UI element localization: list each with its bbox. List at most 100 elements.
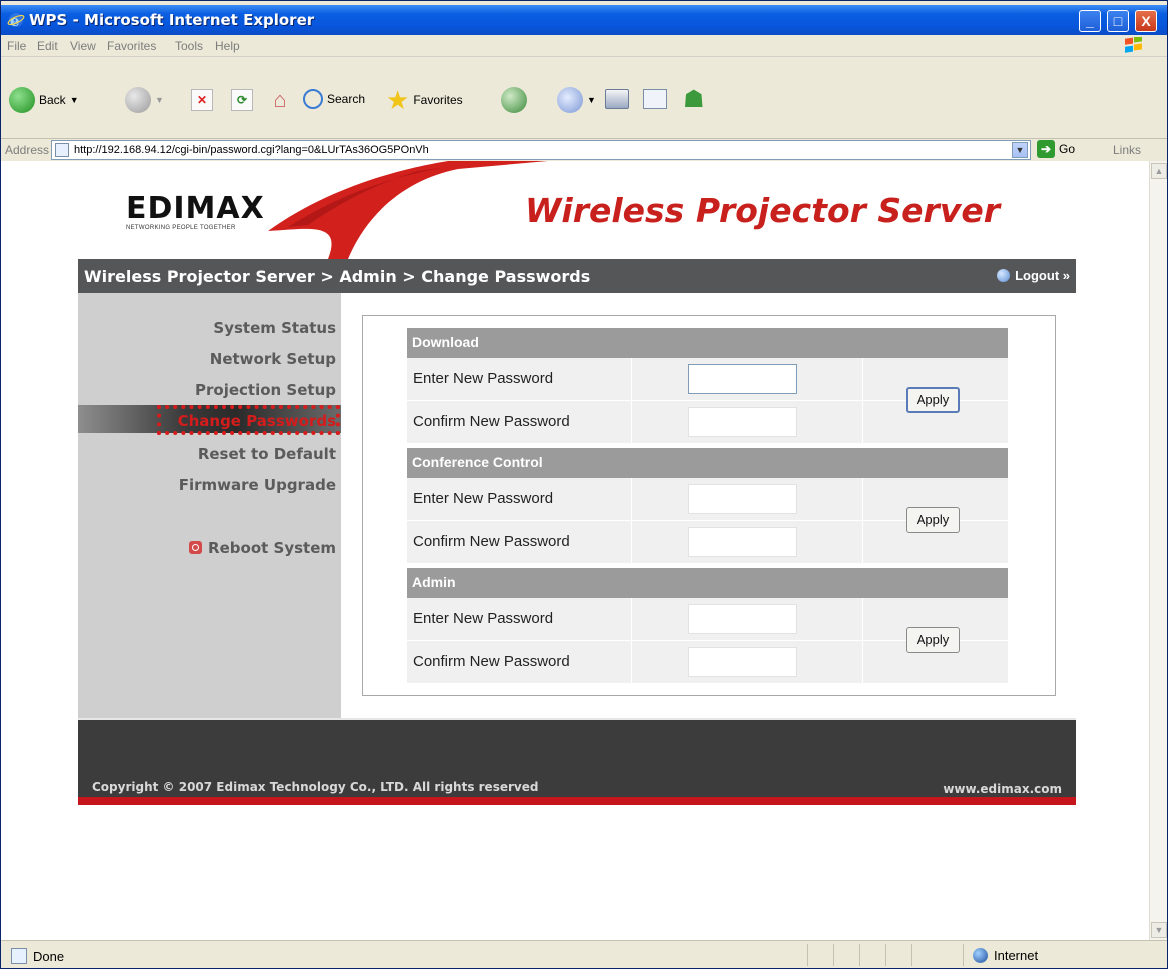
reboot-system-link[interactable]: Reboot System bbox=[189, 539, 336, 557]
status-text: Done bbox=[33, 948, 65, 964]
back-dropdown-icon[interactable]: ▼ bbox=[70, 95, 79, 105]
home-button[interactable]: ⌂ bbox=[267, 87, 293, 113]
status-divider bbox=[963, 944, 964, 966]
refresh-button[interactable]: ⟳ bbox=[231, 89, 253, 111]
menu-bar: File Edit View Favorites Tools Help bbox=[1, 35, 1167, 57]
print-icon bbox=[605, 89, 629, 109]
scroll-down-icon[interactable]: ▼ bbox=[1151, 922, 1167, 938]
ie-logo-icon: e bbox=[7, 12, 25, 29]
admin-confirm-password-input[interactable] bbox=[688, 647, 797, 677]
minimize-button[interactable]: _ bbox=[1079, 10, 1101, 32]
status-divider bbox=[885, 944, 886, 966]
address-label: Address bbox=[5, 143, 50, 157]
sidebar-item-projection-setup[interactable]: Projection Setup bbox=[195, 381, 336, 399]
nav-bar: Wireless Projector Server > Admin > Chan… bbox=[78, 259, 1076, 293]
logout-link[interactable]: Logout » bbox=[997, 268, 1070, 283]
search-button[interactable]: Search bbox=[303, 89, 365, 109]
red-swoosh-graphic bbox=[268, 161, 548, 259]
mail-button[interactable]: ▼ bbox=[557, 87, 596, 113]
favorites-star-icon: ★ bbox=[386, 85, 410, 115]
home-icon: ⌂ bbox=[273, 87, 287, 112]
confirm-password-label: Confirm New Password bbox=[413, 533, 570, 550]
section-header: Download bbox=[407, 328, 1008, 358]
stop-icon: ✕ bbox=[191, 89, 213, 111]
breadcrumb: Wireless Projector Server > Admin > Chan… bbox=[84, 267, 591, 286]
sidebar: System Status Network Setup Projection S… bbox=[78, 293, 341, 718]
links-button[interactable]: Links bbox=[1113, 143, 1141, 157]
menu-help[interactable]: Help bbox=[215, 39, 240, 53]
sidebar-item-reset-to-default[interactable]: Reset to Default bbox=[198, 445, 336, 463]
forward-dropdown-icon[interactable]: ▼ bbox=[155, 95, 164, 105]
favorites-button[interactable]: ★ Favorites bbox=[386, 87, 463, 113]
security-zone: Internet bbox=[973, 948, 1038, 963]
sidebar-item-system-status[interactable]: System Status bbox=[213, 319, 336, 337]
mail-dropdown-icon[interactable]: ▼ bbox=[587, 95, 596, 105]
status-divider bbox=[807, 944, 808, 966]
page-footer: Copyright © 2007 Edimax Technology Co., … bbox=[78, 718, 1076, 805]
browser-toolbar: Back ▼ ▼ ✕ ⟳ ⌂ Search ★ Favorites ▼ ☗ bbox=[1, 57, 1167, 139]
internet-globe-icon bbox=[973, 948, 988, 963]
history-button[interactable] bbox=[501, 87, 527, 113]
admin-apply-button[interactable]: Apply bbox=[906, 627, 960, 653]
page-icon bbox=[11, 948, 27, 964]
address-url: http://192.168.94.12/cgi-bin/password.cg… bbox=[74, 144, 429, 156]
messenger-icon: ☗ bbox=[683, 86, 705, 113]
col-divider bbox=[631, 358, 632, 443]
windows-flag-icon bbox=[1125, 37, 1142, 53]
website-link[interactable]: www.edimax.com bbox=[943, 782, 1062, 796]
vertical-scrollbar[interactable]: ▲ ▼ bbox=[1149, 161, 1167, 940]
menu-favorites[interactable]: Favorites bbox=[107, 39, 156, 53]
admin-new-password-input[interactable] bbox=[688, 604, 797, 634]
sidebar-item-network-setup[interactable]: Network Setup bbox=[210, 350, 336, 368]
menu-file[interactable]: File bbox=[7, 39, 26, 53]
download-apply-button[interactable]: Apply bbox=[906, 387, 960, 413]
forward-button[interactable]: ▼ bbox=[125, 87, 164, 113]
go-button[interactable]: ➔ Go bbox=[1037, 140, 1075, 158]
footer-red-stripe bbox=[78, 797, 1076, 805]
menu-tools[interactable]: Tools bbox=[175, 39, 203, 53]
back-button[interactable]: Back ▼ bbox=[9, 87, 79, 113]
highlight-annotation bbox=[157, 405, 340, 435]
col-divider bbox=[862, 598, 863, 683]
address-input[interactable]: http://192.168.94.12/cgi-bin/password.cg… bbox=[51, 140, 1031, 160]
menu-edit[interactable]: Edit bbox=[37, 39, 58, 53]
maximize-button[interactable]: □ bbox=[1107, 10, 1129, 32]
edit-icon bbox=[643, 89, 667, 109]
messenger-button[interactable]: ☗ bbox=[683, 87, 705, 113]
status-divider bbox=[911, 944, 912, 966]
logout-label: Logout » bbox=[1015, 268, 1070, 283]
print-button[interactable] bbox=[605, 89, 629, 109]
zone-label: Internet bbox=[994, 948, 1039, 963]
product-title: Wireless Projector Server bbox=[524, 191, 1000, 230]
power-icon bbox=[189, 541, 203, 554]
close-button[interactable]: X bbox=[1135, 10, 1157, 32]
conference-confirm-password-input[interactable] bbox=[688, 527, 797, 557]
history-icon bbox=[501, 87, 527, 113]
menu-view[interactable]: View bbox=[70, 39, 96, 53]
conference-apply-button[interactable]: Apply bbox=[906, 507, 960, 533]
stop-button[interactable]: ✕ bbox=[191, 89, 213, 111]
go-arrow-icon: ➔ bbox=[1037, 140, 1055, 158]
address-dropdown-icon[interactable]: ▼ bbox=[1012, 142, 1028, 158]
go-label: Go bbox=[1059, 142, 1076, 156]
globe-icon bbox=[997, 269, 1011, 282]
download-confirm-password-input[interactable] bbox=[688, 407, 797, 437]
col-divider bbox=[631, 598, 632, 683]
sidebar-item-firmware-upgrade[interactable]: Firmware Upgrade bbox=[179, 476, 336, 494]
section-header: Admin bbox=[407, 568, 1008, 598]
enter-password-label: Enter New Password bbox=[413, 370, 554, 387]
reboot-label: Reboot System bbox=[208, 539, 336, 557]
section-header: Conference Control bbox=[407, 448, 1008, 478]
title-bar: e WPS - Microsoft Internet Explorer _ □ … bbox=[1, 5, 1167, 35]
col-divider bbox=[631, 478, 632, 563]
favorites-label: Favorites bbox=[413, 93, 463, 107]
col-divider bbox=[862, 358, 863, 443]
conference-new-password-input[interactable] bbox=[688, 484, 797, 514]
search-icon bbox=[303, 89, 323, 109]
status-done: Done bbox=[11, 948, 64, 964]
scroll-up-icon[interactable]: ▲ bbox=[1151, 163, 1167, 179]
download-new-password-input[interactable] bbox=[688, 364, 797, 394]
page-banner: EDIMAX NETWORKING PEOPLE TOGETHER Wirele… bbox=[78, 161, 1076, 259]
edit-button[interactable] bbox=[643, 89, 667, 109]
col-divider bbox=[862, 478, 863, 563]
